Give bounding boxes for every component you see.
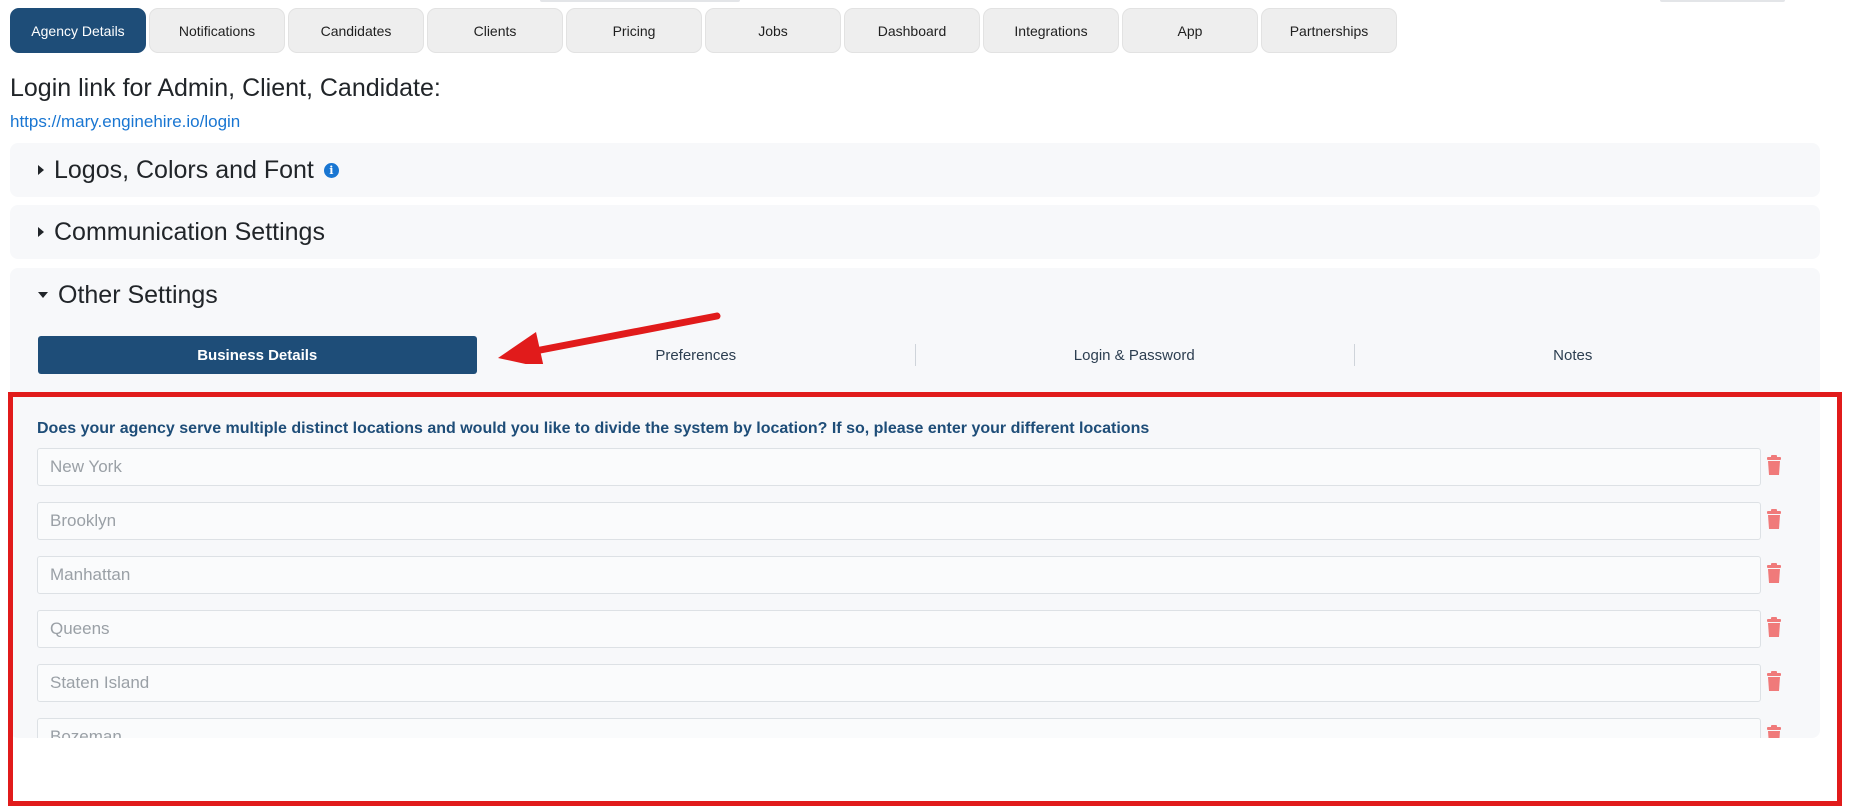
clipped-area [10, 738, 1840, 808]
location-row [37, 448, 1782, 486]
login-url-link[interactable]: https://mary.enginehire.io/login [10, 112, 240, 132]
trash-icon[interactable] [1766, 509, 1782, 529]
subtab-notes[interactable]: Notes [1353, 336, 1793, 374]
location-row [37, 664, 1782, 702]
location-input[interactable] [37, 610, 1761, 648]
subtab-preferences[interactable]: Preferences [477, 336, 916, 374]
tab-pricing[interactable]: Pricing [566, 8, 702, 53]
caret-right-icon [38, 227, 44, 237]
caret-right-icon [38, 165, 44, 175]
settings-tabs: Agency Details Notifications Candidates … [10, 8, 1397, 53]
trash-icon[interactable] [1766, 617, 1782, 637]
accordion-header-logos[interactable]: Logos, Colors and Font i [10, 143, 1820, 197]
location-input[interactable] [37, 448, 1761, 486]
subtab-business-details[interactable]: Business Details [38, 336, 477, 374]
accordion-title: Logos, Colors and Font [54, 155, 314, 184]
location-input[interactable] [37, 502, 1761, 540]
top-bar-remnant [540, 0, 740, 2]
other-settings-subtabs: Business Details Preferences Login & Pas… [38, 336, 1792, 374]
tab-partnerships[interactable]: Partnerships [1261, 8, 1397, 53]
tab-notifications[interactable]: Notifications [149, 8, 285, 53]
info-icon[interactable]: i [323, 162, 339, 178]
location-input[interactable] [37, 556, 1761, 594]
tab-candidates[interactable]: Candidates [288, 8, 424, 53]
accordion-title: Communication Settings [54, 217, 325, 246]
trash-icon[interactable] [1766, 563, 1782, 583]
login-link-heading: Login link for Admin, Client, Candidate: [10, 74, 441, 102]
locations-question: Does your agency serve multiple distinct… [37, 420, 1150, 437]
location-row [37, 502, 1782, 540]
accordion-communication-settings: Communication Settings [10, 205, 1820, 259]
tab-clients[interactable]: Clients [427, 8, 563, 53]
accordion-title: Other Settings [58, 280, 218, 309]
tab-app[interactable]: App [1122, 8, 1258, 53]
location-row [37, 556, 1782, 594]
caret-down-icon [38, 292, 48, 298]
location-row [37, 610, 1782, 648]
accordion-logos-colors-font: Logos, Colors and Font i [10, 143, 1820, 197]
trash-icon[interactable] [1766, 455, 1782, 475]
accordion-header-other[interactable]: Other Settings [10, 268, 1820, 322]
trash-icon[interactable] [1766, 671, 1782, 691]
tab-agency-details[interactable]: Agency Details [10, 8, 146, 53]
tab-integrations[interactable]: Integrations [983, 8, 1119, 53]
tab-dashboard[interactable]: Dashboard [844, 8, 980, 53]
location-input[interactable] [37, 664, 1761, 702]
subtab-login-password[interactable]: Login & Password [915, 336, 1354, 374]
tab-jobs[interactable]: Jobs [705, 8, 841, 53]
accordion-header-communication[interactable]: Communication Settings [10, 205, 1820, 259]
top-bar-remnant [1660, 0, 1785, 2]
